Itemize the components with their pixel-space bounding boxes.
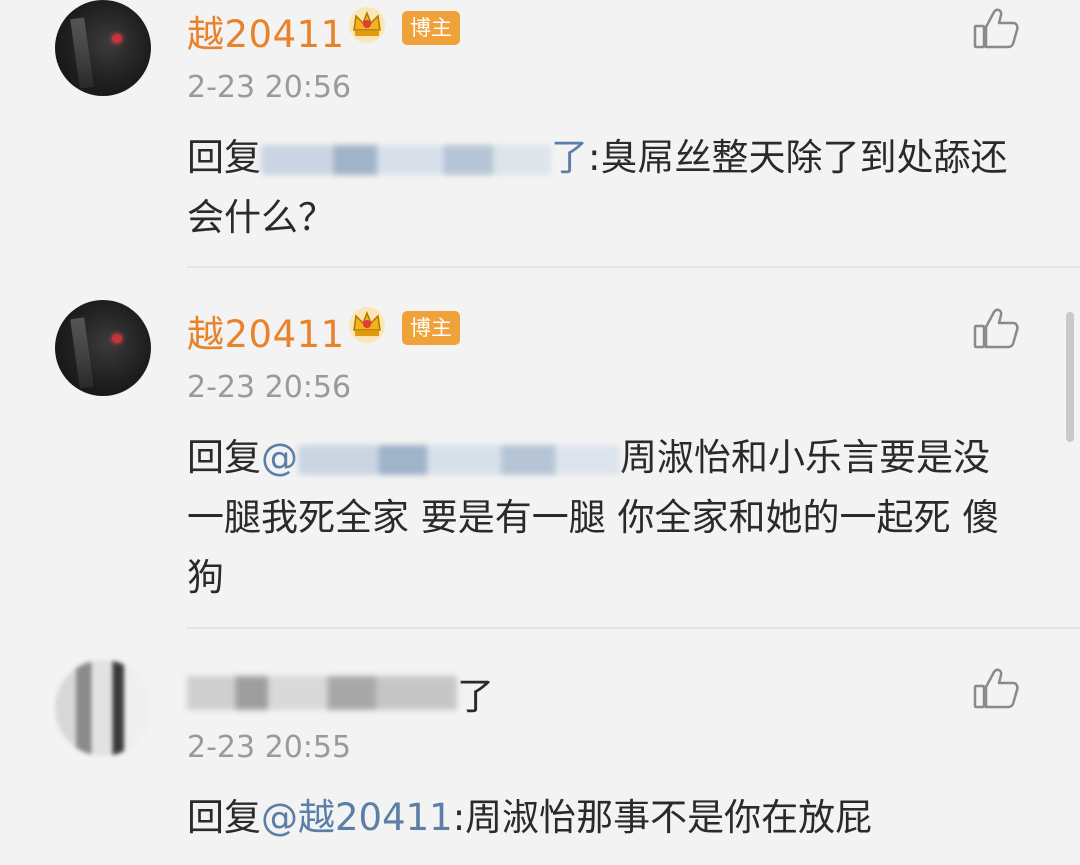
comment-body: 周淑怡那事不是你在放屁 <box>465 796 873 839</box>
reply-mention-head: @ <box>261 436 298 479</box>
blurred-username <box>298 444 620 475</box>
avatar-hair <box>70 17 94 89</box>
divider <box>187 266 1080 268</box>
blogger-badge: 博主 <box>402 311 460 345</box>
timestamp: 2-23 20:56 <box>187 70 352 105</box>
reply-prefix: 回复 <box>187 436 261 479</box>
comment-text: 回复@ 周淑怡和小乐言要是没一腿我死全家 要是有一腿 你全家和她的一起死 傻狗 <box>187 428 1017 608</box>
avatar[interactable] <box>55 0 151 96</box>
crown-icon <box>349 307 385 343</box>
username[interactable]: 越20411 <box>187 4 345 58</box>
avatar[interactable] <box>55 300 151 396</box>
reply-prefix: 回复 <box>187 136 261 179</box>
reply-mention-tail: 了 <box>551 136 588 179</box>
scrollbar[interactable] <box>1066 312 1074 442</box>
blogger-badge: 博主 <box>402 11 460 45</box>
comment-item: 越20411 博主 2-23 20:56 回复@ 周淑怡和小乐言要是没一腿我死全家… <box>0 300 1080 630</box>
comment-list: 越20411 博主 2-23 20:56 回复 了:臭屌丝整天除了到处舔还会什么？… <box>0 0 1080 865</box>
comment-item: 越20411 博主 2-23 20:56 回复 了:臭屌丝整天除了到处舔还会什么？ <box>0 0 1080 270</box>
reply-mention[interactable]: 了 <box>261 136 588 179</box>
reply-separator: : <box>588 136 601 179</box>
reply-mention[interactable]: @越20411 <box>261 796 453 839</box>
blurred-username <box>187 676 457 710</box>
username[interactable]: 越20411 <box>187 304 345 358</box>
crown-icon <box>349 7 385 43</box>
comment-text: 回复 了:臭屌丝整天除了到处舔还会什么？ <box>187 128 1017 248</box>
username-tail: 了 <box>457 675 494 718</box>
reply-prefix: 回复 <box>187 796 261 839</box>
avatar-hair <box>70 317 94 389</box>
blurred-username <box>261 144 551 175</box>
avatar-eye <box>112 34 122 43</box>
timestamp: 2-23 20:55 <box>187 730 352 765</box>
comment-item: 了 2-23 20:55 回复@越20411:周淑怡那事不是你在放屁 <box>0 660 1080 865</box>
timestamp: 2-23 20:56 <box>187 370 352 405</box>
reply-mention[interactable]: @ <box>261 436 620 479</box>
divider <box>187 627 1080 629</box>
avatar[interactable] <box>55 660 151 756</box>
comment-text: 回复@越20411:周淑怡那事不是你在放屁 <box>187 788 1017 848</box>
username[interactable]: 了 <box>187 666 494 720</box>
reply-separator: : <box>452 796 466 839</box>
thumbs-up-icon[interactable] <box>972 306 1020 350</box>
avatar-eye <box>112 334 122 343</box>
thumbs-up-icon[interactable] <box>972 666 1020 710</box>
thumbs-up-icon[interactable] <box>972 6 1020 50</box>
